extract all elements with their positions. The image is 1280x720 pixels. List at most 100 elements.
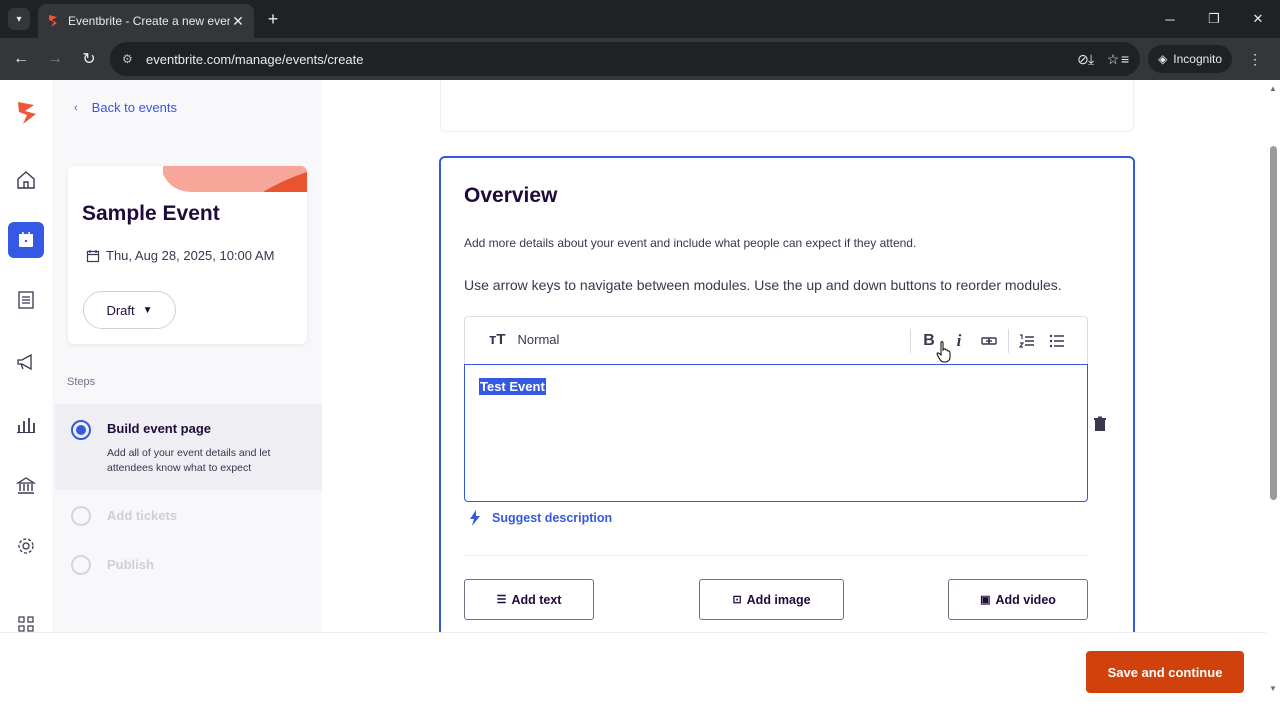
bank-icon — [15, 477, 37, 494]
forward-icon[interactable]: → — [38, 42, 72, 76]
step-title: Add tickets — [107, 508, 178, 523]
calendar-icon — [19, 232, 33, 247]
eventbrite-logo-icon[interactable] — [16, 100, 38, 126]
marketing-nav-button[interactable] — [8, 344, 44, 380]
scroll-up-arrow-icon[interactable]: ▲ — [1269, 84, 1277, 93]
editor-selected-text[interactable]: Test Event — [479, 378, 546, 395]
event-date: Thu, Aug 28, 2025, 10:00 AM — [86, 248, 274, 263]
step-title: Build event page — [107, 421, 212, 436]
scroll-down-arrow-icon[interactable]: ▼ — [1269, 684, 1277, 693]
calendar-small-icon — [86, 249, 100, 262]
suggest-description-label: Suggest description — [492, 511, 613, 525]
back-icon[interactable]: ← — [4, 42, 38, 76]
bullet-list-icon — [1049, 334, 1064, 348]
events-nav-button[interactable] — [8, 222, 44, 258]
page-scrollbar[interactable]: ▲ ▼ — [1266, 80, 1280, 720]
bullet-list-button[interactable] — [1045, 329, 1069, 353]
gear-icon — [18, 538, 34, 554]
step-description: Add all of your event details and let at… — [107, 447, 271, 474]
overview-hint: Use arrow keys to navigate between modul… — [464, 277, 1062, 293]
link-button[interactable] — [977, 329, 1001, 353]
image-icon: ⊡ — [732, 594, 742, 606]
toolbar-divider — [1008, 329, 1009, 353]
video-icon: ▣ — [980, 594, 991, 606]
list-icon: ☰ — [496, 594, 507, 606]
editor-toolbar: ᴛT Normal B i — [464, 316, 1088, 364]
step-radio-icon — [71, 506, 91, 526]
card-decoration — [163, 166, 307, 192]
scrollbar-thumb[interactable] — [1270, 146, 1277, 500]
event-date-text: Thu, Aug 28, 2025, 10:00 AM — [106, 248, 275, 263]
lightning-bolt-icon — [470, 510, 480, 526]
add-image-button[interactable]: ⊡ Add image — [699, 579, 844, 620]
browser-tab[interactable]: Eventbrite - Create a new event ✕ — [38, 4, 254, 38]
step-title: Publish — [107, 557, 154, 572]
window-controls: ─ ❐ ✕ — [1148, 0, 1280, 38]
incognito-badge[interactable]: ◈ Incognito — [1148, 45, 1232, 73]
reports-nav-button[interactable] — [8, 406, 44, 442]
chevron-down-icon: ▼ — [142, 304, 153, 316]
address-bar[interactable]: ⚙ eventbrite.com/manage/events/create ⊘ … — [110, 42, 1140, 76]
toolbar-divider — [910, 329, 911, 353]
event-side-panel: ‹ Back to events Sample Event Thu, Aug 2… — [52, 80, 322, 632]
footer-bar: Save and continue — [0, 632, 1266, 720]
tab-search-button[interactable]: ▾ — [8, 8, 30, 30]
bar-chart-icon — [17, 418, 35, 433]
browser-toolbar: ← → ↻ ⚙ eventbrite.com/manage/events/cre… — [0, 38, 1280, 80]
step-publish[interactable]: Publish — [55, 550, 322, 582]
home-nav-button[interactable] — [8, 162, 44, 198]
overview-title: Overview — [464, 184, 558, 207]
reload-icon[interactable]: ↻ — [72, 42, 106, 76]
text-size-icon: ᴛT — [489, 331, 506, 348]
left-nav-rail — [0, 80, 52, 632]
back-to-events-link[interactable]: ‹ Back to events — [74, 100, 177, 115]
incognito-icon: ◈ — [1158, 52, 1168, 66]
previous-section-card — [440, 80, 1134, 132]
megaphone-icon — [17, 353, 32, 371]
minimize-icon[interactable]: ─ — [1148, 0, 1192, 38]
steps-heading: Steps — [67, 376, 96, 388]
url-text[interactable]: eventbrite.com/manage/events/create — [146, 52, 1068, 67]
numbered-list-icon — [1018, 334, 1034, 348]
media-queue-icon[interactable]: ≡ — [1108, 51, 1142, 67]
page-content: ‹ Back to events Sample Event Thu, Aug 2… — [0, 80, 1280, 720]
step-build-event-page[interactable]: Build event page Add all of your event d… — [55, 404, 322, 490]
ordered-list-button[interactable] — [1015, 329, 1039, 353]
link-icon — [981, 337, 997, 345]
trash-icon[interactable] — [1092, 416, 1108, 432]
section-divider — [464, 555, 1088, 556]
tab-close-icon[interactable]: ✕ — [230, 13, 246, 30]
hand-pointer-cursor-icon — [936, 341, 951, 363]
suggest-description-link[interactable]: Suggest description — [468, 510, 612, 526]
download-icon[interactable]: ⤓ — [1074, 51, 1108, 68]
add-text-label: Add text — [511, 592, 562, 607]
chevron-left-icon: ‹ — [74, 101, 78, 114]
incognito-label: Incognito — [1173, 52, 1222, 66]
add-video-button[interactable]: ▣ Add video — [948, 579, 1088, 620]
browser-tab-bar: ▾ Eventbrite - Create a new event ✕ + ─ … — [0, 0, 1280, 38]
add-image-label: Add image — [746, 592, 811, 607]
text-format-label: Normal — [517, 332, 560, 347]
step-radio-icon — [71, 420, 91, 440]
finance-nav-button[interactable] — [8, 468, 44, 504]
orders-nav-button[interactable] — [8, 282, 44, 318]
event-status-label: Draft — [106, 302, 135, 318]
add-text-button[interactable]: ☰ Add text — [464, 579, 594, 620]
text-format-select[interactable]: ᴛT Normal — [489, 331, 559, 348]
save-and-continue-button[interactable]: Save and continue — [1086, 651, 1244, 693]
event-title: Sample Event — [82, 202, 220, 225]
restore-icon[interactable]: ❐ — [1192, 0, 1236, 38]
settings-nav-button[interactable] — [8, 528, 44, 564]
tab-title: Eventbrite - Create a new event — [68, 14, 230, 28]
eventbrite-favicon-icon — [49, 15, 57, 27]
site-info-icon[interactable]: ⚙ — [122, 52, 142, 66]
toolbar-actions: ⤓ ≡ ◈ Incognito ⋮ — [1074, 42, 1272, 76]
event-summary-card: Sample Event Thu, Aug 28, 2025, 10:00 AM… — [68, 166, 307, 344]
description-editor[interactable]: Test Event — [464, 364, 1088, 502]
home-icon — [17, 171, 35, 189]
step-add-tickets[interactable]: Add tickets — [55, 500, 322, 532]
event-status-dropdown[interactable]: Draft ▼ — [83, 291, 176, 329]
close-window-icon[interactable]: ✕ — [1236, 0, 1280, 38]
more-menu-icon[interactable]: ⋮ — [1238, 51, 1272, 68]
new-tab-button[interactable]: + — [262, 8, 284, 30]
